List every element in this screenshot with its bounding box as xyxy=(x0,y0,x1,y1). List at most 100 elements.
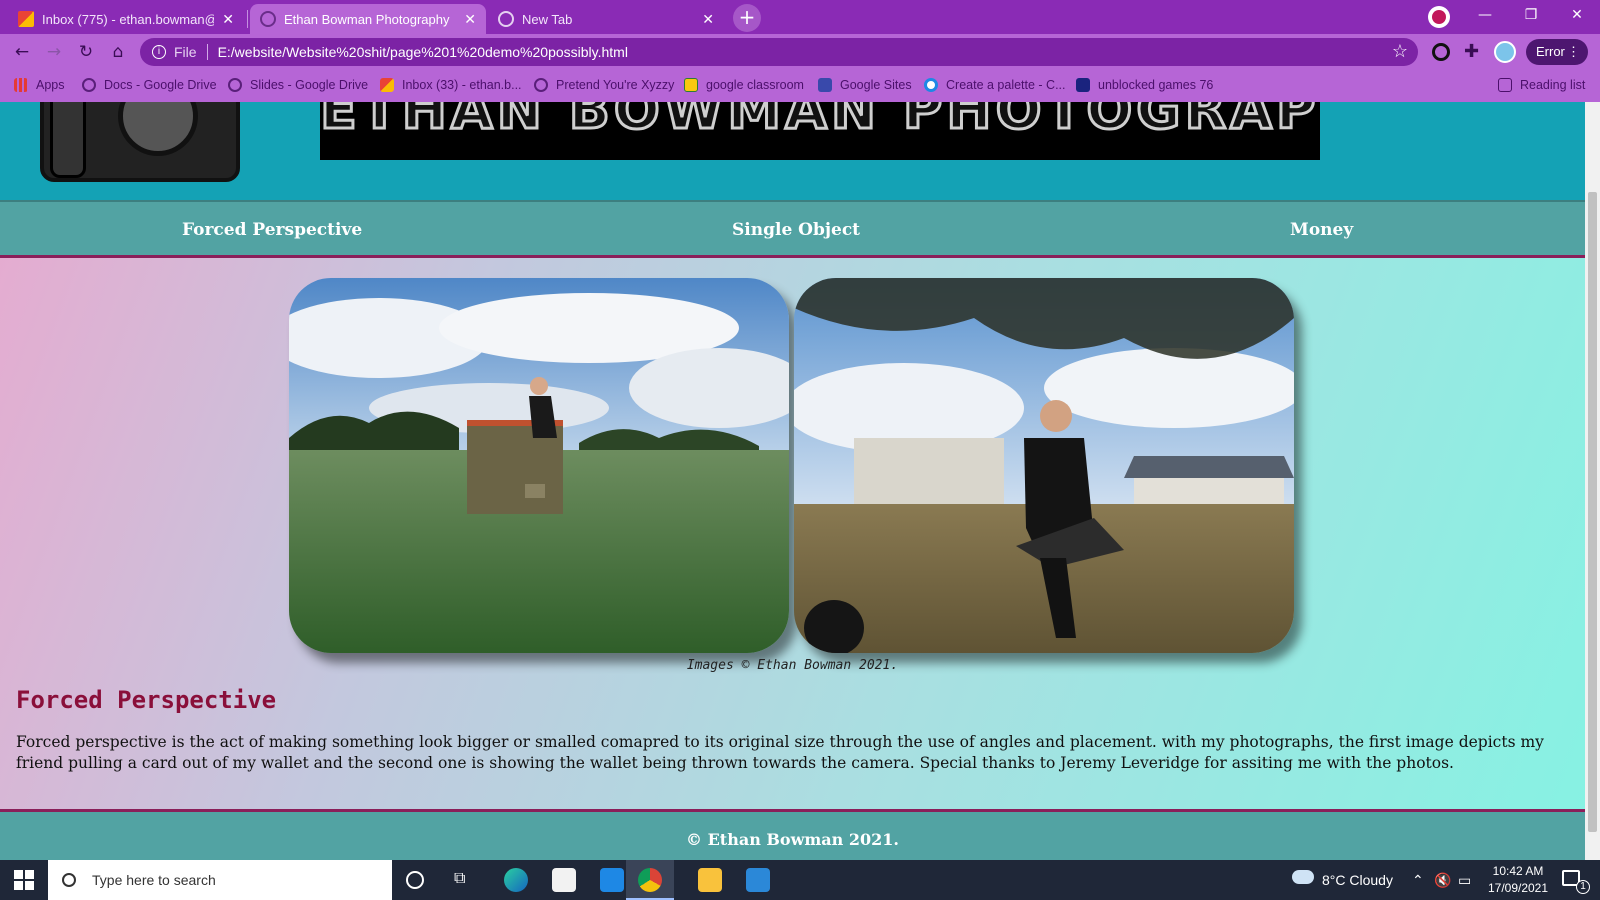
tab-gmail-inbox[interactable]: Inbox (775) - ethan.bowman@m ✕ xyxy=(8,4,244,34)
bookmark-label: google classroom xyxy=(706,78,804,92)
nav-link-single-object[interactable]: Single Object xyxy=(732,220,860,240)
bookmark-xyzzy[interactable]: Pretend You're Xyzzy xyxy=(534,78,674,92)
app-window-icon[interactable] xyxy=(746,868,770,892)
taskbar-search-input[interactable]: Type here to search xyxy=(48,860,392,900)
bookmark-label: unblocked games 76 xyxy=(1098,78,1214,92)
classroom-icon xyxy=(684,78,698,92)
profile-error-button[interactable]: Error ⋮ xyxy=(1526,39,1588,65)
windows-taskbar: Type here to search ⧉ 8°C Cloudy ⌃ 🔇 ▭ 1… xyxy=(0,860,1600,900)
site-nav: Forced Perspective Single Object Money xyxy=(0,200,1585,258)
scheme-label: File xyxy=(174,44,197,60)
browser-toolbar: ← → ↻ ⌂ i File E:/website/Website%20shit… xyxy=(0,34,1600,70)
bookmark-classroom[interactable]: google classroom xyxy=(684,78,804,92)
info-icon[interactable]: i xyxy=(152,45,166,59)
extensions-puzzle-icon[interactable]: ✚ xyxy=(1464,41,1479,62)
gmail-icon xyxy=(380,78,394,92)
search-icon xyxy=(62,873,76,887)
globe-icon xyxy=(260,11,276,27)
bookmark-label: Docs - Google Drive xyxy=(104,78,217,92)
bookmark-star-icon[interactable]: ☆ xyxy=(1392,41,1408,62)
notification-count-badge: 1 xyxy=(1576,880,1590,894)
nav-link-money[interactable]: Money xyxy=(1290,220,1353,240)
bookmark-slides[interactable]: Slides - Google Drive xyxy=(228,78,368,92)
photo-field-box-image xyxy=(289,278,789,653)
mail-icon[interactable] xyxy=(600,868,624,892)
minimize-button[interactable]: — xyxy=(1462,0,1508,30)
camera-grip-icon xyxy=(50,102,86,178)
extension-badge-icon[interactable] xyxy=(1428,6,1450,28)
nav-link-forced-perspective[interactable]: Forced Perspective xyxy=(182,220,362,240)
file-explorer-icon[interactable] xyxy=(698,868,722,892)
camera-lens-icon xyxy=(118,102,198,156)
bookmark-apps[interactable]: Apps xyxy=(14,78,65,92)
address-divider xyxy=(206,44,208,60)
page-viewport: ETHAN BOWMAN PHOTOGRAPHY Forced Perspect… xyxy=(0,102,1585,860)
bookmark-label: Pretend You're Xyzzy xyxy=(556,78,675,92)
bookmark-label: Inbox (33) - ethan.b... xyxy=(402,78,522,92)
tray-chevron-icon[interactable]: ⌃ xyxy=(1412,860,1424,900)
clock-date: 17/09/2021 xyxy=(1487,881,1549,895)
bookmarks-bar: Apps Docs - Google Drive Slides - Google… xyxy=(0,70,1600,102)
chrome-icon[interactable] xyxy=(638,868,662,892)
gmail-icon xyxy=(18,11,34,27)
coolors-icon xyxy=(924,78,938,92)
section-title: Forced Perspective xyxy=(16,686,277,714)
weather-text[interactable]: 8°C Cloudy xyxy=(1322,860,1393,900)
page-scrollbar[interactable] xyxy=(1585,102,1600,860)
bookmark-docs[interactable]: Docs - Google Drive xyxy=(82,78,217,92)
tab-title: New Tab xyxy=(522,11,573,27)
site-header: ETHAN BOWMAN PHOTOGRAPHY xyxy=(0,102,1585,200)
scrollbar-thumb[interactable] xyxy=(1588,192,1597,832)
bookmark-sites[interactable]: Google Sites xyxy=(818,78,912,92)
edge-icon[interactable] xyxy=(504,868,528,892)
camera-logo-icon xyxy=(40,102,240,182)
profile-error-label: Error xyxy=(1536,44,1565,59)
task-view-icon[interactable]: ⧉ xyxy=(454,870,465,888)
bookmark-gmail[interactable]: Inbox (33) - ethan.b... xyxy=(380,78,522,92)
system-clock[interactable]: 10:42 AM 17/09/2021 xyxy=(1478,863,1558,897)
forward-arrow-icon[interactable]: → xyxy=(44,42,64,62)
restore-button[interactable]: ❐ xyxy=(1508,0,1554,30)
home-icon[interactable]: ⌂ xyxy=(108,42,128,62)
address-url[interactable]: E:/website/Website%20shit/page%201%20dem… xyxy=(218,44,628,60)
photo-wallet-throw-image xyxy=(794,278,1294,653)
address-bar[interactable]: i File E:/website/Website%20shit/page%20… xyxy=(140,38,1418,66)
bookmark-label: Create a palette - C... xyxy=(946,78,1066,92)
apps-grid-icon xyxy=(14,78,28,92)
close-tab-icon[interactable]: ✕ xyxy=(702,11,714,28)
back-arrow-icon[interactable]: ← xyxy=(12,42,32,62)
globe-icon xyxy=(228,78,242,92)
bookmark-games76[interactable]: unblocked games 76 xyxy=(1076,78,1213,92)
tab-new-tab[interactable]: New Tab ✕ xyxy=(488,4,724,34)
photo-forced-perspective-2 xyxy=(794,278,1294,653)
close-tab-icon[interactable]: ✕ xyxy=(222,11,234,28)
windows-start-icon[interactable] xyxy=(14,870,34,890)
globe-icon xyxy=(498,11,514,27)
bookmark-coolors[interactable]: Create a palette - C... xyxy=(924,78,1066,92)
weather-cloud-icon xyxy=(1292,870,1314,884)
globe-icon xyxy=(534,78,548,92)
sites-icon xyxy=(818,78,832,92)
tab-ethan-bowman-photography[interactable]: Ethan Bowman Photography ✕ xyxy=(250,4,486,34)
banner-title: ETHAN BOWMAN PHOTOGRAPHY xyxy=(320,102,1320,143)
clock-time: 10:42 AM xyxy=(1492,864,1544,878)
store-icon[interactable] xyxy=(552,868,576,892)
cortana-icon[interactable] xyxy=(406,871,424,889)
extension-circle-icon[interactable] xyxy=(1432,43,1450,61)
close-tab-icon[interactable]: ✕ xyxy=(464,11,476,28)
avatar[interactable] xyxy=(1494,41,1516,63)
new-tab-button[interactable]: + xyxy=(733,4,761,32)
reading-list-button[interactable]: Reading list xyxy=(1498,78,1585,92)
tab-title: Ethan Bowman Photography xyxy=(284,11,450,27)
search-placeholder: Type here to search xyxy=(92,872,216,888)
site-banner: ETHAN BOWMAN PHOTOGRAPHY xyxy=(320,102,1320,160)
volume-muted-icon[interactable]: 🔇 xyxy=(1434,860,1451,900)
close-window-button[interactable]: ✕ xyxy=(1554,0,1600,30)
network-icon[interactable]: ▭ xyxy=(1458,860,1471,900)
tab-divider xyxy=(247,10,248,28)
globe-icon xyxy=(82,78,96,92)
bookmark-label: Slides - Google Drive xyxy=(250,78,369,92)
section-paragraph: Forced perspective is the act of making … xyxy=(16,733,1544,772)
reload-icon[interactable]: ↻ xyxy=(76,42,96,62)
menu-dots-icon[interactable]: ⋮ xyxy=(1567,39,1580,65)
